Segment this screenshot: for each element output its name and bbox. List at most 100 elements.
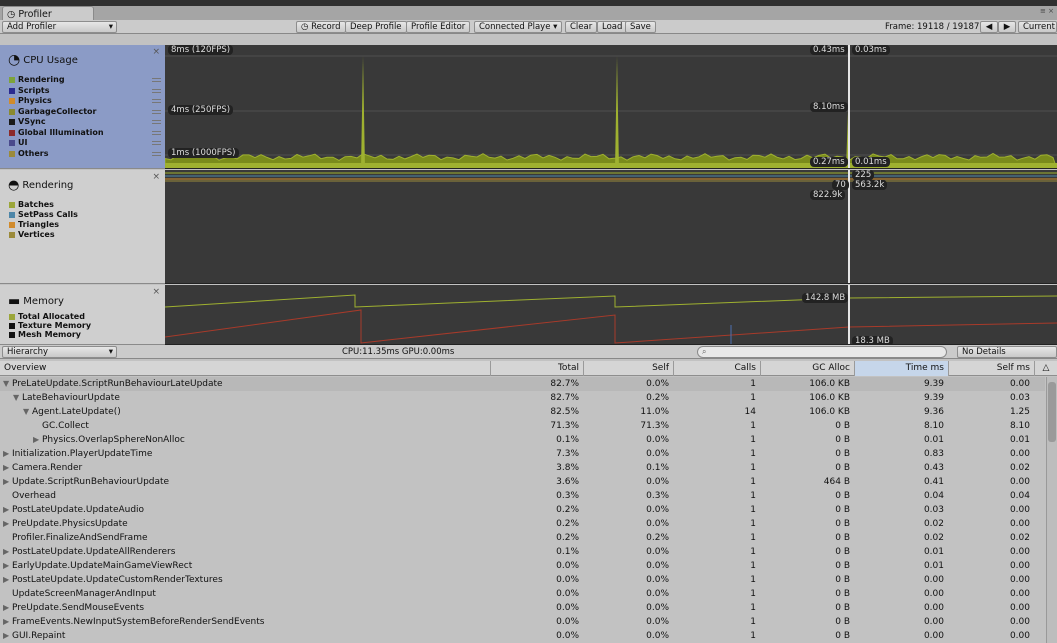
close-icon[interactable]: × bbox=[152, 172, 160, 182]
column-calls[interactable]: Calls bbox=[673, 361, 760, 376]
legend-memory-0[interactable]: Total Allocated bbox=[9, 313, 85, 321]
row-calls-cell: 1 bbox=[750, 519, 756, 529]
legend-rendering-2[interactable]: Triangles bbox=[9, 221, 59, 229]
table-row[interactable]: ▶ FrameEvents.NewInputSystemBeforeRenderS… bbox=[0, 615, 1045, 629]
view-mode-dropdown[interactable]: Hierarchy ▾ bbox=[2, 346, 117, 358]
record-button[interactable]: ◷ Record bbox=[296, 21, 346, 33]
column-overview[interactable]: Overview bbox=[0, 361, 490, 376]
expand-right-icon[interactable]: ▶ bbox=[3, 517, 12, 531]
drag-handle-icon[interactable] bbox=[152, 78, 161, 82]
column-self-ms[interactable]: Self ms bbox=[948, 361, 1034, 376]
expand-down-icon[interactable]: ▼ bbox=[23, 405, 32, 419]
table-row[interactable]: ▶ PreUpdate.PhysicsUpdate 0.2% 0.0% 1 0 B 0.02… bbox=[0, 517, 1045, 531]
expand-right-icon[interactable]: ▶ bbox=[3, 573, 12, 587]
expand-right-icon[interactable]: ▶ bbox=[3, 629, 12, 643]
drag-handle-icon[interactable] bbox=[152, 120, 161, 124]
details-dropdown[interactable]: No Details bbox=[957, 346, 1057, 358]
row-total-cell: 0.0% bbox=[556, 589, 579, 599]
legend-cpu-5[interactable]: Global Illumination bbox=[9, 128, 104, 137]
column-total[interactable]: Total bbox=[490, 361, 583, 376]
search-input[interactable] bbox=[712, 347, 942, 357]
next-frame-button[interactable]: ▶ bbox=[998, 21, 1016, 33]
column-self[interactable]: Self bbox=[583, 361, 673, 376]
cpu-usage-graph[interactable]: 8ms (120FPS) 4ms (250FPS) 1ms (1000FPS) … bbox=[165, 45, 1057, 169]
profile-editor-button[interactable]: Profile Editor bbox=[406, 21, 471, 33]
table-row[interactable]: ▶ PostLateUpdate.UpdateAllRenderers 0.1% 0.… bbox=[0, 545, 1045, 559]
sort-triangle-icon[interactable]: △ bbox=[1034, 361, 1057, 376]
legend-swatch bbox=[9, 332, 15, 338]
table-vertical-scrollbar[interactable] bbox=[1046, 377, 1057, 643]
deep-profile-button[interactable]: Deep Profile bbox=[345, 21, 407, 33]
prev-frame-button[interactable]: ◀ bbox=[980, 21, 998, 33]
memory-graph[interactable]: 142.8 MB 18.3 MB bbox=[165, 285, 1057, 345]
legend-rendering-0[interactable]: Batches bbox=[9, 201, 54, 209]
legend-cpu-0[interactable]: Rendering bbox=[9, 76, 65, 84]
expand-right-icon[interactable]: ▶ bbox=[3, 503, 12, 517]
expand-down-icon[interactable]: ▼ bbox=[3, 377, 12, 391]
table-row[interactable]: ▶ Physics.OverlapSphereNonAlloc 0.1% 0.0% 1 0… bbox=[0, 433, 1045, 447]
drag-handle-icon[interactable] bbox=[152, 151, 161, 156]
close-icon[interactable]: × bbox=[152, 47, 160, 57]
expand-right-icon[interactable]: ▶ bbox=[33, 433, 42, 447]
add-profiler-dropdown[interactable]: Add Profiler ▾ bbox=[2, 21, 117, 33]
memory-header: ▬ Memory bbox=[8, 292, 64, 310]
drag-handle-icon[interactable] bbox=[152, 130, 161, 135]
legend-rendering-1[interactable]: SetPass Calls bbox=[9, 211, 78, 219]
expand-right-icon[interactable]: ▶ bbox=[3, 447, 12, 461]
table-row[interactable]: UpdateScreenManagerAndInput 0.0% 0.0% 1 0 B 0… bbox=[0, 587, 1045, 601]
rendering-graph[interactable]: 225 70 563.2k 822.9k bbox=[165, 170, 1057, 284]
table-row[interactable]: ▶ EarlyUpdate.UpdateMainGameViewRect 0.0% 0… bbox=[0, 559, 1045, 573]
legend-memory-2[interactable]: Mesh Memory bbox=[9, 331, 81, 339]
table-row[interactable]: ▶ Initialization.PlayerUpdateTime 7.3% 0.0%… bbox=[0, 447, 1045, 461]
table-row[interactable]: ▶ PostLateUpdate.UpdateAudio 0.2% 0.0% 1 0 B 0… bbox=[0, 503, 1045, 517]
table-row[interactable]: GC.Collect 71.3% 71.3% 1 0 B 8.10 8.10 bbox=[0, 419, 1045, 433]
row-time-cell: 8.10 bbox=[923, 421, 944, 431]
expand-right-icon[interactable]: ▶ bbox=[3, 615, 12, 629]
save-button[interactable]: Save bbox=[625, 21, 656, 33]
table-row[interactable]: ▶ Update.ScriptRunBehaviourUpdate 3.6% 0.0%… bbox=[0, 475, 1045, 489]
legend-cpu-1[interactable]: Scripts bbox=[9, 86, 50, 95]
table-row[interactable]: Overhead 0.3% 0.3% 1 0 B 0.04 0.04 bbox=[0, 489, 1045, 503]
column-time-ms[interactable]: Time ms bbox=[854, 361, 948, 376]
connected-player-dropdown[interactable]: Connected Playe ▾ bbox=[474, 21, 563, 33]
window-menu-icon[interactable]: ≡ × bbox=[1040, 7, 1054, 15]
expand-right-icon[interactable]: ▶ bbox=[3, 559, 12, 573]
load-button[interactable]: Load bbox=[597, 21, 628, 33]
table-row[interactable]: ▶ Camera.Render 3.8% 0.1% 1 0 B 0.43 0.02 bbox=[0, 461, 1045, 475]
rendering-module[interactable]: ◓ Rendering × Batches SetPass Calls Triang… bbox=[0, 170, 165, 284]
legend-cpu-2[interactable]: Physics bbox=[9, 97, 52, 105]
legend-rendering-3[interactable]: Vertices bbox=[9, 231, 55, 239]
drag-handle-icon[interactable] bbox=[152, 99, 161, 103]
expand-down-icon[interactable]: ▼ bbox=[13, 391, 22, 405]
expand-right-icon[interactable]: ▶ bbox=[3, 475, 12, 489]
expand-right-icon[interactable]: ▶ bbox=[3, 461, 12, 475]
scrollbar-thumb[interactable] bbox=[1048, 382, 1056, 442]
expand-right-icon[interactable]: ▶ bbox=[3, 601, 12, 615]
table-row[interactable]: ▼ LateBehaviourUpdate 82.7% 0.2% 1 106.0 KB 9.… bbox=[0, 391, 1045, 405]
legend-cpu-3[interactable]: GarbageCollector bbox=[9, 107, 96, 116]
legend-cpu-4[interactable]: VSync bbox=[9, 118, 46, 126]
clear-button[interactable]: Clear bbox=[565, 21, 598, 33]
cpu-gpu-timing: CPU:11.35ms GPU:0.00ms bbox=[342, 347, 455, 357]
expand-right-icon[interactable]: ▶ bbox=[3, 545, 12, 559]
legend-cpu-7[interactable]: Others bbox=[9, 149, 48, 158]
search-field[interactable]: ⌕ bbox=[697, 346, 947, 358]
table-row[interactable]: ▶ PostLateUpdate.UpdateCustomRenderTextur… bbox=[0, 573, 1045, 587]
table-row[interactable]: Profiler.FinalizeAndSendFrame 0.2% 0.2% 1 0 … bbox=[0, 531, 1045, 545]
table-row[interactable]: ▶ PreUpdate.SendMouseEvents 0.0% 0.0% 1 0 B 0.… bbox=[0, 601, 1045, 615]
drag-handle-icon[interactable] bbox=[152, 109, 161, 114]
legend-swatch bbox=[9, 129, 15, 136]
cpu-usage-module[interactable]: ◔ CPU Usage × Rendering Scripts Physics Gar… bbox=[0, 45, 165, 169]
memory-module[interactable]: ▬ Memory × Total Allocated Texture Memory… bbox=[0, 285, 165, 345]
table-row[interactable]: ▼ Agent.LateUpdate() 82.5% 11.0% 14 106.0 KB 9… bbox=[0, 405, 1045, 419]
drag-handle-icon[interactable] bbox=[152, 88, 161, 93]
table-row[interactable]: ▼ PreLateUpdate.ScriptRunBehaviourLateUpd… bbox=[0, 377, 1045, 391]
column-gc-alloc[interactable]: GC Alloc bbox=[760, 361, 854, 376]
legend-cpu-6[interactable]: UI bbox=[9, 139, 27, 147]
current-frame-button[interactable]: Current bbox=[1018, 21, 1057, 33]
legend-memory-1[interactable]: Texture Memory bbox=[9, 322, 91, 330]
drag-handle-icon[interactable] bbox=[152, 141, 161, 145]
close-icon[interactable]: × bbox=[152, 287, 160, 297]
row-gc-cell: 0 B bbox=[835, 589, 850, 599]
table-row[interactable]: ▶ GUI.Repaint 0.0% 0.0% 1 0 B 0.00 0.00 bbox=[0, 629, 1045, 643]
